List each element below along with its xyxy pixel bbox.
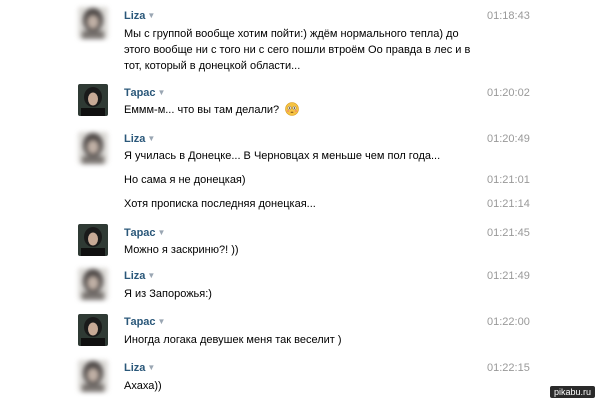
message-taras-3: Тарас ▼ 01:22:00 Иногда логака девушек ме… [0,312,600,352]
caret-down-icon[interactable]: ▼ [147,363,155,372]
message-text: Еммм-м... что вы там делали? [124,102,484,118]
avatar-liza[interactable] [78,268,108,300]
message-text: Ахаха)) [124,380,162,392]
author-name[interactable]: Тарас ▼ [124,87,165,99]
caret-down-icon[interactable]: ▼ [158,88,166,97]
author-name[interactable]: Liza ▼ [124,133,155,145]
timestamp[interactable]: 01:21:14 [487,198,530,210]
message-liza-1: Liza ▼ 01:18:43 Мы с группой вообще хотим… [0,0,600,72]
message-taras-1: Тарас ▼ 01:20:02 Еммм-м... что вы там дел… [0,80,600,125]
caret-down-icon[interactable]: ▼ [147,11,155,20]
author-name[interactable]: Liza ▼ [124,362,155,374]
timestamp[interactable]: 01:21:49 [487,270,530,282]
avatar-liza[interactable] [78,7,108,39]
avatar-taras[interactable] [78,314,108,346]
author-name[interactable]: Liza ▼ [124,10,155,22]
message-liza-2b: 01:21:01 Но сама я не донецкая) [0,172,600,192]
timestamp[interactable]: 01:22:00 [487,316,530,328]
pikabu-watermark: pikabu.ru [549,386,595,398]
avatar-taras[interactable] [78,224,108,256]
timestamp[interactable]: 01:20:49 [487,133,530,145]
caret-down-icon[interactable]: ▼ [147,134,155,143]
timestamp[interactable]: 01:20:02 [487,87,530,99]
caret-down-icon[interactable]: ▼ [158,228,166,237]
message-liza-3: Liza ▼ 01:21:49 Я из Запорожья:) [0,266,600,306]
message-text: Хотя прописка последняя донецкая... [124,198,316,210]
timestamp[interactable]: 01:21:45 [487,227,530,239]
message-text: Но сама я не донецкая) [124,174,246,186]
message-liza-4: Liza ▼ 01:22:15 Ахаха)) [0,358,600,402]
avatar-taras[interactable] [78,84,108,116]
message-liza-2c: 01:21:14 Хотя прописка последняя донецка… [0,196,600,216]
caret-down-icon[interactable]: ▼ [158,317,166,326]
message-text: Мы с группой вообще хотим пойти:) ждём н… [124,28,471,72]
flushed-face-emoji-icon [285,102,300,116]
message-text: Я училась в Донецке... В Черновцах я мен… [124,150,441,162]
message-text: Я из Запорожья:) [124,288,212,300]
author-name[interactable]: Тарас ▼ [124,316,165,328]
author-name[interactable]: Тарас ▼ [124,227,165,239]
caret-down-icon[interactable]: ▼ [147,271,155,280]
timestamp[interactable]: 01:18:43 [487,10,530,22]
avatar-liza[interactable] [78,360,108,392]
message-text: Можно я заскриню?! )) [124,244,239,256]
message-text: Иногда логака девушек меня так веселит ) [124,334,342,346]
timestamp[interactable]: 01:22:15 [487,362,530,374]
author-name[interactable]: Liza ▼ [124,270,155,282]
avatar-liza[interactable] [78,132,108,164]
timestamp[interactable]: 01:21:01 [487,174,530,186]
message-taras-2: Тарас ▼ 01:21:45 Можно я заскриню?! )) [0,222,600,262]
